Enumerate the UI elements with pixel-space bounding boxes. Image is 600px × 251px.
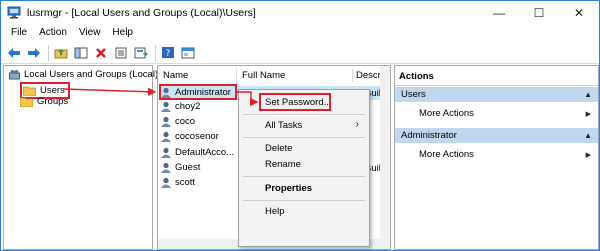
toolbar-separator xyxy=(155,44,156,61)
user-icon xyxy=(161,147,171,158)
menu-help[interactable]: Help xyxy=(106,25,139,42)
actions-section-users[interactable]: Users ▲ xyxy=(395,87,598,102)
menu-file[interactable]: File xyxy=(5,25,33,42)
console-tree: Local Users and Groups (Local) Users Gro… xyxy=(3,65,158,250)
properties-button[interactable] xyxy=(112,44,130,62)
console-icon xyxy=(181,47,195,58)
column-header-full-name[interactable]: Full Name xyxy=(242,70,285,81)
tree-item-groups[interactable]: Groups xyxy=(20,96,68,107)
delete-button[interactable] xyxy=(92,44,110,62)
forward-icon xyxy=(28,47,40,58)
user-name: coco xyxy=(175,116,196,127)
user-name: choy2 xyxy=(175,101,201,112)
list-item[interactable]: cocosenor xyxy=(160,130,219,143)
menu-item-properties[interactable]: Properties xyxy=(239,180,369,196)
computer-management-icon xyxy=(7,6,21,19)
tree-root-label: Local Users and Groups (Local) xyxy=(24,69,159,80)
maximize-icon: ☐ xyxy=(533,6,545,20)
show-hide-tree-button[interactable] xyxy=(72,44,90,62)
folder-icon xyxy=(20,97,33,107)
back-button[interactable] xyxy=(5,44,23,62)
user-icon xyxy=(161,101,171,112)
list-item[interactable]: choy2 xyxy=(160,100,200,113)
menu-bar: File Action View Help xyxy=(1,25,599,42)
users-groups-icon xyxy=(9,70,20,80)
back-icon xyxy=(8,47,20,58)
action-more-actions[interactable]: More Actions xyxy=(419,149,474,160)
up-folder-icon xyxy=(54,48,68,58)
column-divider[interactable] xyxy=(352,68,353,82)
vertical-scrollbar[interactable] xyxy=(380,66,390,240)
set-password-highlight-box xyxy=(259,93,331,111)
submenu-arrow-icon: ▶ xyxy=(585,111,591,118)
column-divider[interactable] xyxy=(236,68,237,82)
svg-text:?: ? xyxy=(166,49,171,59)
menu-separator xyxy=(243,137,365,138)
list-item[interactable]: coco xyxy=(160,115,195,128)
user-icon xyxy=(161,162,171,173)
actions-pane: Actions Users ▲ More Actions ▶ Administr… xyxy=(394,65,599,250)
menu-view[interactable]: View xyxy=(73,25,107,42)
actions-section-label: Administrator xyxy=(401,130,457,141)
list-item[interactable]: scott xyxy=(160,176,195,189)
export-list-button[interactable] xyxy=(132,44,150,62)
user-icon xyxy=(161,116,171,127)
tree-item-users-label: Users xyxy=(40,85,65,96)
administrator-highlight-box xyxy=(159,84,237,100)
close-icon: ✕ xyxy=(573,6,585,20)
console-button[interactable] xyxy=(179,44,197,62)
show-tree-icon xyxy=(74,47,88,58)
submenu-arrow-icon: ▶ xyxy=(585,152,591,159)
menu-separator xyxy=(243,176,365,177)
minimize-button[interactable]: — xyxy=(479,1,519,25)
toolbar: ? xyxy=(1,42,599,64)
menu-item-rename[interactable]: Rename xyxy=(239,156,369,172)
properties-icon xyxy=(115,47,127,58)
user-name: cocosenor xyxy=(175,131,219,142)
collapse-icon[interactable]: ▲ xyxy=(584,131,592,140)
help-icon: ? xyxy=(162,47,174,59)
export-icon xyxy=(134,47,148,58)
menu-separator xyxy=(243,200,365,201)
forward-button[interactable] xyxy=(25,44,43,62)
toolbar-separator xyxy=(48,44,49,61)
tree-root[interactable]: Local Users and Groups (Local) xyxy=(8,69,158,80)
menu-separator xyxy=(243,114,365,115)
maximize-button[interactable]: ☐ xyxy=(519,1,559,25)
menu-item-label: All Tasks xyxy=(265,120,303,131)
window-title: lusrmgr - [Local Users and Groups (Local… xyxy=(27,7,256,19)
actions-header: Actions xyxy=(395,66,598,86)
minimize-icon: — xyxy=(493,6,505,20)
menu-item-delete[interactable]: Delete xyxy=(239,140,369,156)
user-name: DefaultAcco... xyxy=(175,147,235,158)
menu-item-help[interactable]: Help xyxy=(239,203,369,219)
chevron-right-icon: › xyxy=(355,119,359,130)
user-icon xyxy=(161,177,171,188)
title-bar[interactable]: lusrmgr - [Local Users and Groups (Local… xyxy=(1,1,599,25)
user-name: Guest xyxy=(175,162,201,173)
actions-section-administrator[interactable]: Administrator ▲ xyxy=(395,128,598,143)
up-one-level-button[interactable] xyxy=(52,44,70,62)
menu-action[interactable]: Action xyxy=(33,25,73,42)
column-header-name[interactable]: Name xyxy=(163,70,188,81)
collapse-icon[interactable]: ▲ xyxy=(584,90,592,99)
mmc-window: lusrmgr - [Local Users and Groups (Local… xyxy=(0,0,600,251)
delete-icon xyxy=(96,47,106,58)
help-button[interactable]: ? xyxy=(159,44,177,62)
action-more-actions[interactable]: More Actions xyxy=(419,108,474,119)
close-button[interactable]: ✕ xyxy=(559,1,599,25)
context-menu: Set Password... All Tasks › Delete Renam… xyxy=(238,89,370,247)
user-icon xyxy=(161,131,171,142)
actions-section-label: Users xyxy=(401,89,426,100)
folder-icon xyxy=(23,86,36,96)
user-name: scott xyxy=(175,177,196,188)
tree-item-groups-label: Groups xyxy=(37,96,69,107)
list-item[interactable]: DefaultAcco... xyxy=(160,146,234,159)
list-item[interactable]: Guest xyxy=(160,161,200,174)
menu-item-all-tasks[interactable]: All Tasks › xyxy=(239,117,369,133)
